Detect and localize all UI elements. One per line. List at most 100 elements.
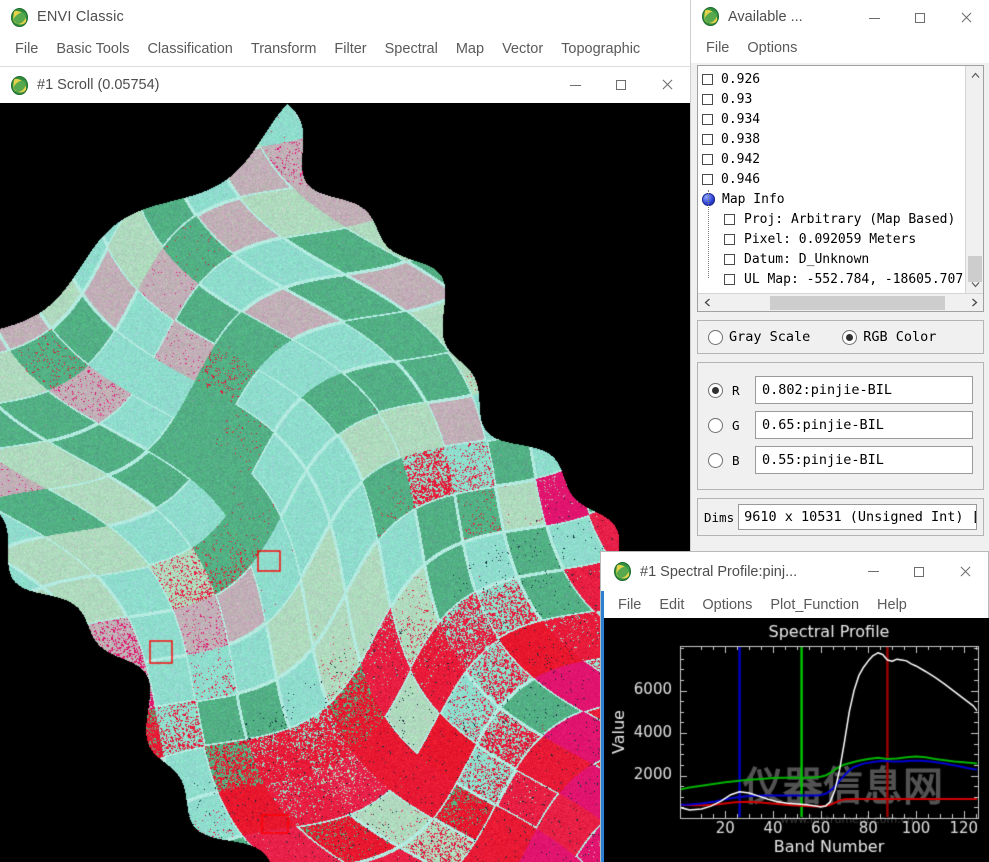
band-checkbox-icon[interactable] [702, 174, 713, 185]
maximize-icon [616, 80, 626, 90]
menu-basic-tools[interactable]: Basic Tools [47, 38, 138, 60]
hscrollbar-track[interactable] [716, 294, 965, 312]
available-bands-body: 0.926 0.93 0.934 0.938 0.942 [691, 63, 989, 551]
spectral-profile-plot-area[interactable] [604, 618, 989, 862]
scroll-down-button[interactable] [966, 275, 984, 293]
list-item[interactable]: Pixel: 0.092059 Meters [702, 229, 965, 249]
maximize-button[interactable] [896, 552, 942, 591]
blue-band-field[interactable]: 0.55:pinjie-BIL [755, 446, 973, 474]
band-checkbox-icon[interactable] [724, 234, 735, 245]
list-item[interactable]: 0.926 [702, 69, 965, 89]
band-checkbox-icon[interactable] [702, 154, 713, 165]
green-channel-radio[interactable] [708, 418, 723, 433]
list-item-label: 0.93 [721, 92, 752, 107]
close-button[interactable] [644, 67, 690, 103]
gray-scale-label: Gray Scale [729, 329, 810, 345]
list-item[interactable]: 0.934 [702, 109, 965, 129]
sp-menu-options[interactable]: Options [693, 595, 761, 615]
list-item[interactable]: 0.93 [702, 89, 965, 109]
envi-main-menubar[interactable]: File Basic Tools Classification Transfor… [0, 34, 690, 64]
band-checkbox-icon[interactable] [702, 74, 713, 85]
available-bands-list-window: Available ... File Options 0.926 0.93 [690, 0, 989, 551]
red-band-field[interactable]: 0.802:pinjie-BIL [755, 376, 973, 404]
band-checkbox-icon[interactable] [702, 114, 713, 125]
scroll-left-button[interactable] [698, 294, 716, 312]
rgb-color-radio[interactable] [842, 330, 857, 345]
envi-main-title: ENVI Classic [37, 9, 124, 25]
rgb-color-option[interactable]: RGB Color [842, 329, 936, 345]
close-button[interactable] [943, 0, 989, 36]
band-list[interactable]: 0.926 0.93 0.934 0.938 0.942 [698, 66, 965, 293]
list-item-label: 0.946 [721, 172, 760, 187]
sp-menu-help[interactable]: Help [868, 595, 916, 615]
band-list-vertical-scrollbar[interactable] [965, 66, 983, 293]
sp-menu-file[interactable]: File [609, 595, 650, 615]
abl-menu-file[interactable]: File [697, 37, 738, 59]
aerial-false-color-image[interactable] [0, 103, 690, 862]
scroll-window-title: #1 Scroll (0.05754) [37, 77, 160, 93]
scroll-image-window: #1 Scroll (0.05754) [0, 66, 690, 862]
band-checkbox-icon[interactable] [724, 254, 735, 265]
band-checkbox-icon[interactable] [724, 214, 735, 225]
red-channel-radio[interactable] [708, 383, 723, 398]
list-item-label: 0.934 [721, 112, 760, 127]
scroll-up-button[interactable] [966, 66, 984, 84]
band-list-frame[interactable]: 0.926 0.93 0.934 0.938 0.942 [697, 65, 984, 312]
list-item[interactable]: 0.938 [702, 129, 965, 149]
close-button[interactable] [942, 552, 988, 591]
gray-scale-option[interactable]: Gray Scale [708, 329, 810, 345]
abl-menu-options[interactable]: Options [738, 37, 806, 59]
close-icon [960, 12, 972, 24]
menu-map[interactable]: Map [447, 38, 493, 60]
available-bands-menubar[interactable]: File Options [691, 33, 989, 63]
menu-classification[interactable]: Classification [138, 38, 241, 60]
maximize-button[interactable] [897, 0, 943, 36]
spectral-profile-chart[interactable] [604, 618, 989, 862]
available-bands-titlebar: Available ... [691, 0, 989, 33]
scroll-image-viewport[interactable] [0, 103, 690, 862]
band-checkbox-icon[interactable] [724, 274, 735, 285]
band-checkbox-icon[interactable] [702, 94, 713, 105]
menu-file[interactable]: File [6, 38, 47, 60]
green-band-field[interactable]: 0.65:pinjie-BIL [755, 411, 973, 439]
list-item[interactable]: UL Map: -552.784, -18605.707 [702, 269, 965, 289]
spectral-profile-titlebar: #1 Spectral Profile:pinj... [601, 552, 988, 591]
blue-channel-radio[interactable] [708, 453, 723, 468]
envi-classic-main-window: ENVI Classic File Basic Tools Classifica… [0, 0, 690, 66]
close-icon [661, 79, 673, 91]
sp-menu-plot-function[interactable]: Plot_Function [761, 595, 868, 615]
list-item-label: Pixel: 0.092059 Meters [744, 232, 916, 247]
sp-menu-edit[interactable]: Edit [650, 595, 693, 615]
scroll-right-button[interactable] [965, 294, 983, 312]
spectral-profile-menubar[interactable]: File Edit Options Plot_Function Help [601, 591, 988, 618]
blue-channel-label: B [732, 453, 746, 468]
list-item[interactable]: 0.942 [702, 149, 965, 169]
available-bands-window-controls [851, 0, 989, 36]
dims-field[interactable]: 9610 x 10531 (Unsigned Int) [B: [738, 504, 977, 530]
menu-topographic[interactable]: Topographic [552, 38, 649, 60]
menu-vector[interactable]: Vector [493, 38, 552, 60]
band-list-horizontal-scrollbar[interactable] [698, 293, 983, 311]
minimize-button[interactable] [851, 0, 897, 36]
list-item[interactable]: 0.946 [702, 169, 965, 189]
rgb-row-blue: B 0.55:pinjie-BIL [702, 446, 973, 474]
minimize-button[interactable] [850, 552, 896, 591]
band-checkbox-icon[interactable] [702, 134, 713, 145]
list-item[interactable]: Proj: Arbitrary (Map Based) [702, 209, 965, 229]
maximize-button[interactable] [598, 67, 644, 103]
chevron-down-icon [971, 281, 980, 288]
scroll-window-controls [552, 67, 690, 103]
list-item-label: UL Map: -552.784, -18605.707 [744, 272, 963, 287]
list-item[interactable]: Datum: D_Unknown [702, 249, 965, 269]
red-band-value: 0.802:pinjie-BIL [762, 382, 892, 398]
minimize-button[interactable] [552, 67, 598, 103]
menu-filter[interactable]: Filter [325, 38, 375, 60]
scrollbar-thumb[interactable] [770, 296, 945, 310]
map-info-group[interactable]: Map Info [702, 189, 965, 209]
menu-spectral[interactable]: Spectral [376, 38, 447, 60]
scroll-window-titlebar: #1 Scroll (0.05754) [0, 67, 690, 103]
list-item-label: 0.942 [721, 152, 760, 167]
spectral-profile-title: #1 Spectral Profile:pinj... [640, 564, 797, 580]
gray-scale-radio[interactable] [708, 330, 723, 345]
menu-transform[interactable]: Transform [242, 38, 326, 60]
